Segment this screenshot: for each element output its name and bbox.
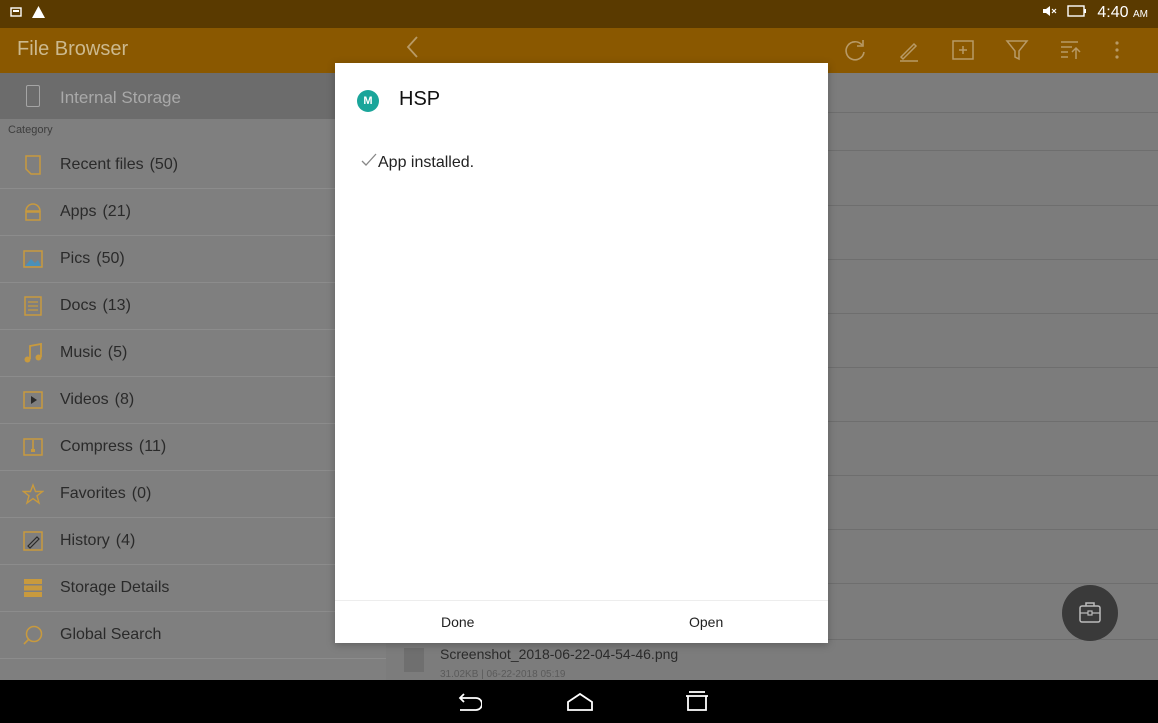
install-message: App installed.	[378, 154, 475, 171]
storage-label: Internal Storage	[60, 88, 181, 107]
check-icon	[361, 151, 377, 172]
status-left	[10, 6, 45, 21]
sidebar-item-storage-details[interactable]: Storage Details	[0, 565, 386, 612]
sidebar-item-count: (21)	[102, 203, 131, 220]
zip-icon	[22, 436, 44, 458]
battery-icon	[1067, 4, 1087, 22]
phone-icon	[26, 85, 40, 107]
android-icon	[22, 201, 44, 223]
document-icon	[22, 295, 44, 317]
toolbox-icon	[1079, 602, 1101, 623]
clock-time: 4:40	[1097, 4, 1129, 21]
toolbar-actions	[842, 37, 1138, 63]
home-icon	[567, 692, 593, 711]
new-folder-icon[interactable]	[950, 37, 976, 63]
sidebar-item-label: Compress	[60, 438, 133, 455]
sidebar-item-label: History	[60, 532, 110, 549]
notification-icon	[10, 6, 22, 21]
status-right: 4:40 AM	[1043, 4, 1148, 22]
recents-icon	[686, 691, 708, 711]
file-name: Screenshot_2018-06-22-04-54-46.png	[440, 646, 679, 662]
sidebar-item-internal-storage[interactable]: Internal Storage	[0, 73, 386, 119]
navigation-bar	[0, 680, 1158, 723]
sidebar-item-history[interactable]: History (4)	[0, 518, 386, 565]
home-nav-button[interactable]	[565, 688, 595, 716]
back-nav-button[interactable]	[452, 688, 483, 716]
sidebar-item-label: Music	[60, 344, 102, 361]
edit-icon[interactable]	[896, 37, 922, 63]
image-icon	[22, 248, 44, 270]
sidebar-item-music[interactable]: Music (5)	[0, 330, 386, 377]
warning-icon	[32, 6, 45, 21]
sidebar-item-count: (8)	[114, 391, 135, 408]
sidebar-item-label: Global Search	[60, 626, 162, 643]
history-icon	[22, 530, 44, 552]
search-icon	[22, 624, 44, 646]
sidebar-item-count: (4)	[115, 532, 136, 549]
storage-icon	[22, 577, 44, 599]
app-title: File Browser	[17, 38, 129, 60]
filter-icon[interactable]	[1004, 37, 1030, 63]
dialog-title: HSP	[399, 88, 441, 110]
more-options-icon[interactable]	[1112, 37, 1138, 63]
category-list: Recent files (50) Apps (21) Pics (50) Docs (…	[0, 142, 386, 659]
sidebar-item-recent-files[interactable]: Recent files (50)	[0, 142, 386, 189]
status-bar: 4:40 AM	[0, 0, 1158, 28]
app-installed-dialog: M HSP App installed. Done Open	[335, 63, 828, 643]
clock-ampm: AM	[1133, 9, 1148, 20]
dialog-actions: Done Open	[335, 600, 828, 644]
sidebar-item-apps[interactable]: Apps (21)	[0, 189, 386, 236]
sidebar-item-videos[interactable]: Videos (8)	[0, 377, 386, 424]
recents-nav-button[interactable]	[682, 688, 712, 716]
mute-icon	[1043, 4, 1057, 22]
sidebar-item-count: (50)	[96, 250, 125, 267]
sidebar-item-label: Recent files	[60, 156, 144, 173]
sidebar-item-count: (5)	[107, 344, 128, 361]
done-button[interactable]: Done	[441, 614, 474, 630]
sidebar-item-compress[interactable]: Compress (11)	[0, 424, 386, 471]
sidebar-item-label: Favorites	[60, 485, 126, 502]
sidebar-item-docs[interactable]: Docs (13)	[0, 283, 386, 330]
video-icon	[22, 389, 44, 411]
sidebar-item-label: Docs	[60, 297, 97, 314]
sidebar-item-count: (50)	[149, 156, 179, 173]
back-arrow-icon	[458, 693, 483, 711]
sidebar-item-label: Videos	[60, 391, 109, 408]
music-icon	[22, 342, 44, 364]
sidebar-item-label: Pics	[60, 250, 91, 267]
sidebar-item-label: Apps	[60, 203, 97, 220]
toolbox-fab-button[interactable]	[1062, 585, 1118, 641]
sidebar-item-pics[interactable]: Pics (50)	[0, 236, 386, 283]
sidebar-item-count: (11)	[138, 438, 167, 455]
star-icon	[21, 483, 45, 505]
file-thumbnail	[404, 648, 424, 672]
sidebar-item-count: (13)	[102, 297, 131, 314]
sidebar-item-label: Storage Details	[60, 579, 170, 596]
sort-icon[interactable]	[1058, 37, 1084, 63]
sidebar-item-count: (0)	[131, 485, 152, 502]
sidebar: Internal Storage Category Recent files (5…	[0, 73, 386, 680]
open-button[interactable]: Open	[689, 614, 723, 630]
category-heading: Category	[8, 124, 53, 136]
file-meta: 31.02KB | 06-22-2018 05:19	[440, 669, 566, 680]
recent-files-icon	[22, 154, 44, 176]
sidebar-item-global-search[interactable]: Global Search	[0, 612, 386, 659]
refresh-icon[interactable]	[842, 37, 868, 63]
list-item[interactable]: Screenshot_2018-06-22-04-54-46.png 31.02…	[386, 640, 1158, 680]
app-icon: M	[357, 90, 379, 112]
sidebar-item-favorites[interactable]: Favorites (0)	[0, 471, 386, 518]
